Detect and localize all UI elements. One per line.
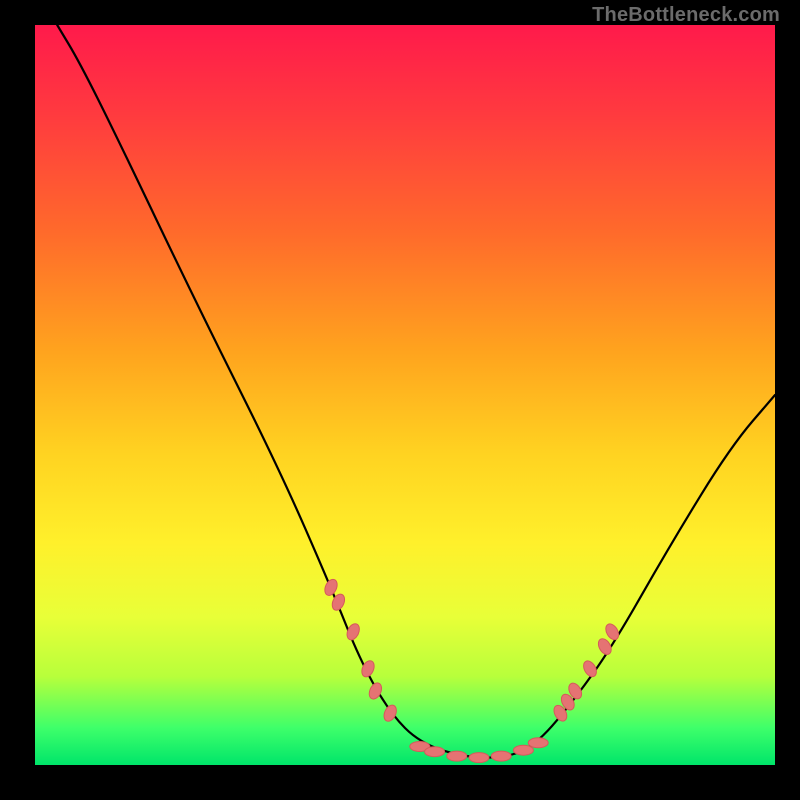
curve-marker (513, 745, 533, 755)
curve-marker (382, 703, 399, 723)
curve-marker (425, 747, 445, 757)
curve-marker (469, 753, 489, 763)
curve-marker (603, 622, 621, 642)
plot-area (35, 25, 775, 765)
curve-marker (322, 577, 339, 597)
curve-marker (345, 622, 362, 642)
curve-marker (447, 751, 467, 761)
curve-marker (330, 592, 347, 612)
curve-marker (596, 636, 614, 656)
curve-marker (581, 659, 599, 679)
watermark-text: TheBottleneck.com (592, 4, 780, 27)
curve-markers (322, 577, 621, 762)
bottleneck-curve (57, 25, 775, 758)
chart-frame: TheBottleneck.com (0, 0, 800, 800)
curve-marker (528, 738, 548, 748)
curve-marker (491, 751, 511, 761)
chart-svg (35, 25, 775, 765)
